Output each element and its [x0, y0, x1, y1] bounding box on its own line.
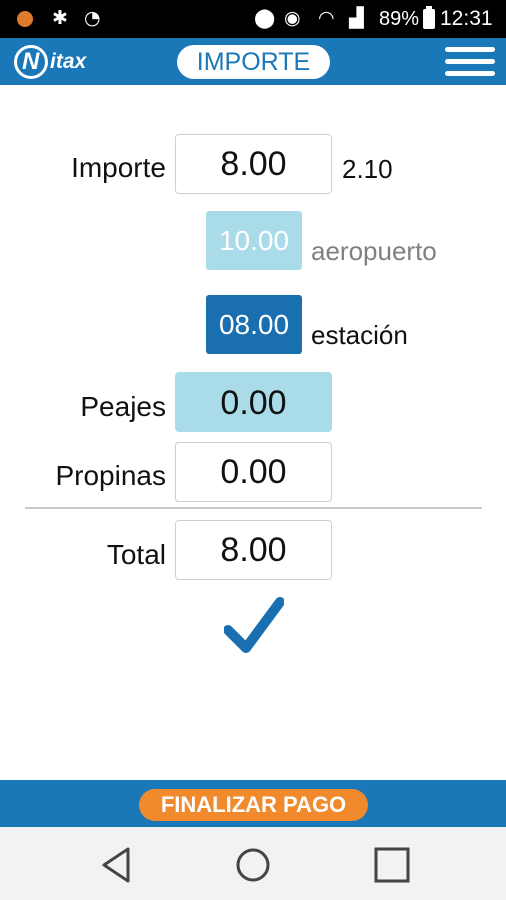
- nitax-logo: itax: [14, 45, 86, 79]
- system-nav-bar: [0, 827, 506, 900]
- back-icon[interactable]: [98, 845, 138, 885]
- clock: 12:31: [440, 7, 493, 30]
- finalize-payment-button[interactable]: FINALIZAR PAGO: [139, 789, 368, 821]
- nfc-icon: ◔: [84, 7, 101, 29]
- total-label: Total: [106, 539, 166, 570]
- importe-field[interactable]: 8.00: [175, 134, 332, 194]
- location-icon: ⬤: [254, 7, 276, 29]
- home-icon[interactable]: [233, 845, 273, 885]
- signal-icon: ▟: [349, 7, 364, 29]
- app-header: itax IMPORTE: [0, 38, 506, 85]
- status-bar: ✱ ◔ ⬤ ◉ ◠ ▟ 89% 12:31: [0, 0, 506, 38]
- recents-icon[interactable]: [372, 845, 412, 885]
- total-field: 8.00: [175, 520, 332, 580]
- propinas-label: Propinas: [55, 460, 166, 491]
- propinas-field[interactable]: 0.00: [175, 442, 332, 502]
- logo-text: itax: [50, 50, 87, 73]
- peajes-label: Peajes: [80, 391, 166, 422]
- bottom-action-bar: FINALIZAR PAGO: [0, 780, 506, 827]
- divider: [25, 507, 482, 509]
- bluetooth-icon: ✱: [52, 7, 68, 29]
- preset-estacion-label: estación: [311, 320, 408, 350]
- rate-value: 2.10: [342, 154, 393, 184]
- hamburger-menu-icon[interactable]: [445, 47, 497, 77]
- bluetooth-muted-icon: ◉: [284, 7, 301, 29]
- wifi-icon: ◠: [318, 7, 335, 29]
- page-title: IMPORTE: [177, 45, 330, 79]
- peajes-field[interactable]: 0.00: [175, 372, 332, 432]
- preset-estacion-button[interactable]: 08.00: [206, 295, 302, 354]
- battery-percentage: 89%: [379, 8, 420, 30]
- logo-mark-icon: [14, 45, 48, 79]
- preset-aeropuerto-label: aeropuerto: [311, 236, 437, 266]
- preset-aeropuerto-button[interactable]: 10.00: [206, 211, 302, 270]
- notification-dot-icon: [17, 11, 33, 27]
- importe-label: Importe: [71, 152, 166, 183]
- battery-icon: [423, 6, 435, 29]
- checkmark-icon[interactable]: [224, 596, 284, 656]
